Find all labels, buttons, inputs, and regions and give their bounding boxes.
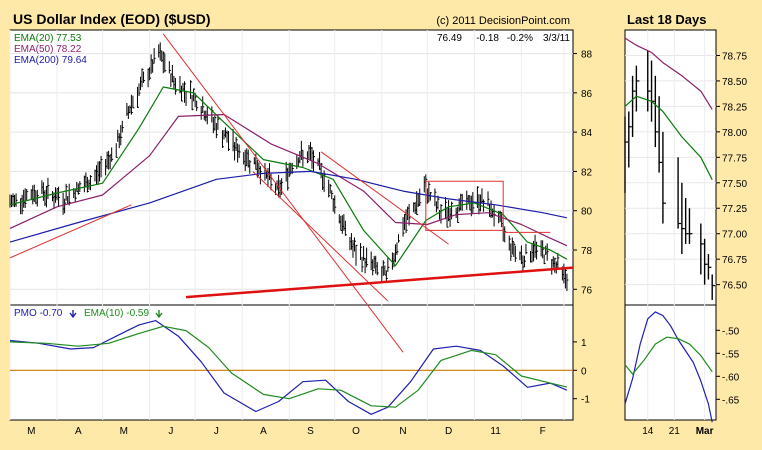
x-tick-label: N — [399, 426, 406, 437]
pmo-y-tick-label: 1 — [581, 338, 587, 349]
last-change: -0.18 — [476, 33, 499, 44]
last-close: 76.49 — [437, 33, 462, 44]
mini-y-tick-label: 77.50 — [722, 179, 747, 190]
x-tick-label: 11 — [490, 426, 501, 437]
x-tick-label: A — [260, 426, 267, 437]
x-tick-label: J — [168, 426, 173, 437]
chart-figure: 76 78 80 82 84 86 88 M A M J J A S O N D 11 F 1 0 -1 76.50 76.7… — [9, 11, 747, 437]
price-y-tick-label: 76 — [581, 285, 593, 296]
pmo-y-tick-label: 0 — [581, 366, 587, 377]
mini-y-tick-label: 77.00 — [722, 230, 747, 241]
mini-y-tick-label: 78.75 — [722, 51, 747, 62]
mini-pmo-plot-area — [624, 304, 717, 421]
mini-x-tick-label: 21 — [669, 426, 681, 437]
price-y-tick-label: 84 — [581, 128, 593, 139]
x-tick-label: S — [307, 426, 314, 437]
x-tick-label: D — [445, 426, 452, 437]
mini-y-tick-label: 77.25 — [722, 204, 747, 215]
price-y-tick-label: 80 — [581, 207, 593, 218]
pmo-legend: PMO -0.70 EMA(10) -0.59 — [14, 308, 163, 319]
pmo-plot-area — [9, 304, 574, 421]
mini-pmo-y-tick-label: -.65 — [722, 395, 740, 406]
x-tick-label: J — [214, 426, 219, 437]
x-tick-label: A — [75, 426, 82, 437]
chart-canvas: 76 78 80 82 84 86 88 M A M J J A S O N D 11 F 1 0 -1 76.50 76.7… — [0, 0, 762, 450]
x-tick-label: F — [540, 426, 546, 437]
price-legend: EMA(20) 77.53 EMA(50) 78.22 EMA(200) 79.… — [14, 33, 87, 66]
mini-pmo-y-tick-label: -.50 — [722, 326, 740, 337]
price-y-tick-label: 88 — [581, 50, 593, 61]
mini-y-tick-label: 76.50 — [722, 281, 747, 292]
mini-y-tick-label: 77.75 — [722, 153, 747, 164]
mini-price-plot-area — [624, 29, 717, 306]
mini-y-tick-label: 78.25 — [722, 102, 747, 113]
legend-ema50: EMA(50) 78.22 — [14, 44, 82, 55]
x-tick-label: O — [352, 426, 360, 437]
price-plot-area — [9, 29, 574, 306]
x-tick-label: M — [27, 426, 35, 437]
last-date: 3/3/11 — [543, 33, 570, 44]
price-y-tick-label: 82 — [581, 167, 593, 178]
last-pct-change: -0.2% — [507, 33, 533, 44]
legend-pmo: PMO -0.70 — [14, 308, 63, 319]
mini-y-tick-label: 78.50 — [722, 77, 747, 88]
legend-ema20: EMA(20) 77.53 — [14, 33, 82, 44]
legend-ema200: EMA(200) 79.64 — [14, 55, 87, 66]
chart-title: US Dollar Index (EOD) ($USD) — [13, 11, 211, 27]
price-y-tick-label: 86 — [581, 89, 593, 100]
copyright-text: (c) 2011 DecisionPoint.com — [436, 15, 570, 27]
mini-x-tick-label: Mar — [696, 426, 714, 437]
price-y-tick-label: 78 — [581, 246, 593, 257]
mini-chart-title: Last 18 Days — [627, 12, 707, 27]
x-tick-label: M — [120, 426, 128, 437]
mini-pmo-y-tick-label: -.55 — [722, 349, 740, 360]
legend-pmo-signal: EMA(10) -0.59 — [84, 308, 149, 319]
mini-y-tick-label: 76.75 — [722, 255, 747, 266]
mini-x-tick-label: 14 — [642, 426, 654, 437]
pmo-y-tick-label: -1 — [581, 395, 590, 406]
mini-y-tick-label: 78.00 — [722, 128, 747, 139]
mini-pmo-y-tick-label: -.60 — [722, 372, 740, 383]
